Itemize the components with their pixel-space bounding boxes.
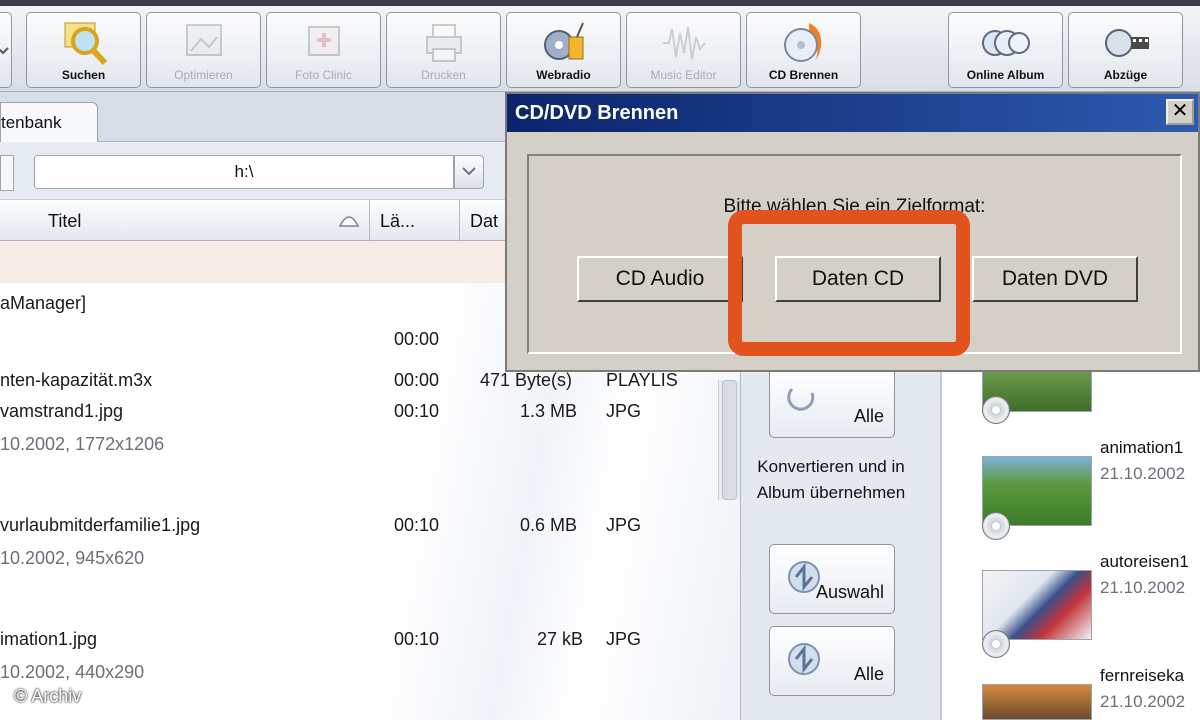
online-album-button[interactable]: Online Album bbox=[948, 12, 1063, 88]
prints-button[interactable]: Abzüge bbox=[1068, 12, 1183, 88]
cd-badge-icon bbox=[982, 512, 1010, 540]
column-length-label: Lä... bbox=[380, 211, 416, 231]
album-item-name: animation1 bbox=[1100, 438, 1184, 457]
list-item-size: 27 kB bbox=[537, 629, 584, 649]
dialog-title-bar[interactable]: CD/DVD Brennen bbox=[507, 94, 1198, 132]
close-button[interactable]: ✕ bbox=[1166, 99, 1194, 125]
convert-arrows-icon bbox=[788, 643, 820, 675]
album-item-name: fernreiseka bbox=[1100, 666, 1185, 685]
prints-button-label: Abzüge bbox=[1103, 68, 1148, 82]
list-item-type: JPG bbox=[606, 401, 642, 421]
list-item-name[interactable]: nten-kapazität.m3x bbox=[0, 370, 152, 391]
cd-stack-icon bbox=[981, 30, 1030, 56]
copyright-watermark: © Archiv bbox=[14, 686, 82, 706]
list-item-type: PLAYLIS bbox=[606, 370, 678, 390]
path-nav-button[interactable] bbox=[0, 155, 14, 191]
webradio-button[interactable]: Webradio bbox=[506, 12, 621, 88]
path-row: h:\ bbox=[0, 143, 505, 199]
print-button[interactable]: Drucken bbox=[386, 12, 501, 88]
cd-burn-button[interactable]: CD Brennen bbox=[746, 12, 861, 88]
refresh-icon bbox=[787, 387, 815, 411]
convert-all-top-button[interactable]: Alle bbox=[769, 368, 895, 438]
picture-frame-icon bbox=[185, 24, 222, 56]
list-item-name[interactable]: imation1.jpg bbox=[0, 629, 97, 650]
column-title[interactable]: Titel bbox=[0, 200, 370, 242]
magnifier-icon bbox=[64, 22, 107, 66]
convert-all-top-label: Alle bbox=[853, 406, 884, 426]
convert-selection-label: Auswahl bbox=[815, 582, 884, 602]
convert-all-label: Alle bbox=[853, 664, 884, 684]
convert-caption: Konvertieren und in Album übernehmen bbox=[756, 457, 906, 502]
list-item-size: 1.3 MB bbox=[520, 401, 578, 421]
path-dropdown-button[interactable] bbox=[454, 155, 484, 189]
path-input[interactable]: h:\ bbox=[34, 155, 454, 189]
chevron-down-icon bbox=[0, 47, 9, 55]
column-length[interactable]: Lä... bbox=[370, 200, 460, 242]
tab-datenbank[interactable]: tenbank bbox=[0, 102, 98, 142]
webradio-button-label: Webradio bbox=[536, 68, 591, 82]
photo-clinic-icon bbox=[307, 26, 340, 56]
column-date-label: Dat bbox=[470, 211, 499, 231]
list-item-name[interactable]: vamstrand1.jpg bbox=[0, 401, 123, 422]
optimize-button-label: Optimieren bbox=[174, 68, 233, 82]
album-item-date: 21.10.2002 bbox=[1100, 464, 1186, 483]
album-item-date: 21.10.2002 bbox=[1100, 578, 1186, 597]
list-item-name[interactable]: aManager] bbox=[0, 293, 86, 314]
toolbar-overflow-button[interactable] bbox=[0, 12, 12, 88]
search-button[interactable]: Suchen bbox=[26, 12, 141, 88]
photo-clinic-button[interactable]: Foto Clinic bbox=[266, 12, 381, 88]
album-item-name: autoreisen1 bbox=[1100, 552, 1189, 571]
list-item-time: 00:10 bbox=[394, 515, 440, 535]
photo-clinic-button-label: Foto Clinic bbox=[295, 68, 352, 82]
list-item-type: JPG bbox=[606, 629, 642, 649]
radio-icon bbox=[543, 22, 584, 60]
tab-bar: tenbank bbox=[0, 92, 505, 142]
cd-badge-icon bbox=[982, 396, 1010, 424]
list-item-time: 00:10 bbox=[394, 401, 440, 421]
data-dvd-button[interactable]: Daten DVD bbox=[972, 256, 1138, 302]
list-scrollbar[interactable] bbox=[718, 380, 740, 500]
file-list-header: Titel Lä... Dat bbox=[0, 199, 505, 242]
album-item-date: 21.10.2002 bbox=[1100, 692, 1186, 711]
convert-panel: Alle Konvertieren und in Album übernehme… bbox=[740, 368, 940, 720]
list-item-meta: 10.2002, 440x290 bbox=[0, 662, 145, 682]
column-title-label: Titel bbox=[48, 211, 82, 231]
list-item-size: 471 Byte(s) bbox=[480, 370, 573, 390]
waveform-icon bbox=[662, 26, 706, 60]
album-panel: animation1 21.10.2002 autoreisen1 21.10.… bbox=[940, 370, 1200, 720]
list-item-size: 0.6 MB bbox=[520, 515, 578, 535]
chevron-down-icon bbox=[462, 167, 476, 176]
tab-label: tenbank bbox=[1, 113, 62, 132]
online-album-button-label: Online Album bbox=[966, 68, 1045, 82]
convert-all-button[interactable]: Alle bbox=[769, 626, 895, 696]
music-editor-button-label: Music Editor bbox=[650, 68, 717, 82]
sort-ascending-icon bbox=[338, 216, 360, 227]
burning-cd-icon bbox=[783, 23, 821, 62]
scrollbar-thumb[interactable] bbox=[722, 380, 737, 500]
music-editor-button[interactable]: Music Editor bbox=[626, 12, 741, 88]
optimize-button[interactable]: Optimieren bbox=[146, 12, 261, 88]
close-icon: ✕ bbox=[1171, 100, 1189, 122]
print-button-label: Drucken bbox=[421, 68, 466, 82]
highlight-annotation bbox=[728, 210, 970, 356]
cd-audio-button[interactable]: CD Audio bbox=[577, 256, 743, 302]
main-toolbar: Suchen Optimieren Foto Clinic Drucken We… bbox=[0, 6, 1200, 92]
cd-badge-icon bbox=[982, 630, 1010, 658]
dialog-title: CD/DVD Brennen bbox=[515, 102, 679, 124]
film-reel-icon bbox=[1104, 29, 1149, 57]
list-item-time: 00:00 bbox=[394, 329, 440, 349]
list-item-time: 00:00 bbox=[394, 370, 440, 390]
search-button-label: Suchen bbox=[61, 68, 106, 82]
list-item-name[interactable]: vurlaubmitderfamilie1.jpg bbox=[0, 515, 200, 536]
cd-burn-button-label: CD Brennen bbox=[768, 68, 839, 82]
list-item-meta: 10.2002, 1772x1206 bbox=[0, 434, 165, 454]
list-item-time: 00:10 bbox=[394, 629, 440, 649]
list-item-meta: 10.2002, 945x620 bbox=[0, 548, 145, 568]
list-item-type: JPG bbox=[606, 515, 642, 535]
convert-selection-button[interactable]: Auswahl bbox=[769, 544, 895, 614]
printer-icon bbox=[425, 24, 462, 62]
album-thumbnail[interactable] bbox=[982, 684, 1092, 720]
column-date[interactable]: Dat bbox=[460, 200, 505, 242]
